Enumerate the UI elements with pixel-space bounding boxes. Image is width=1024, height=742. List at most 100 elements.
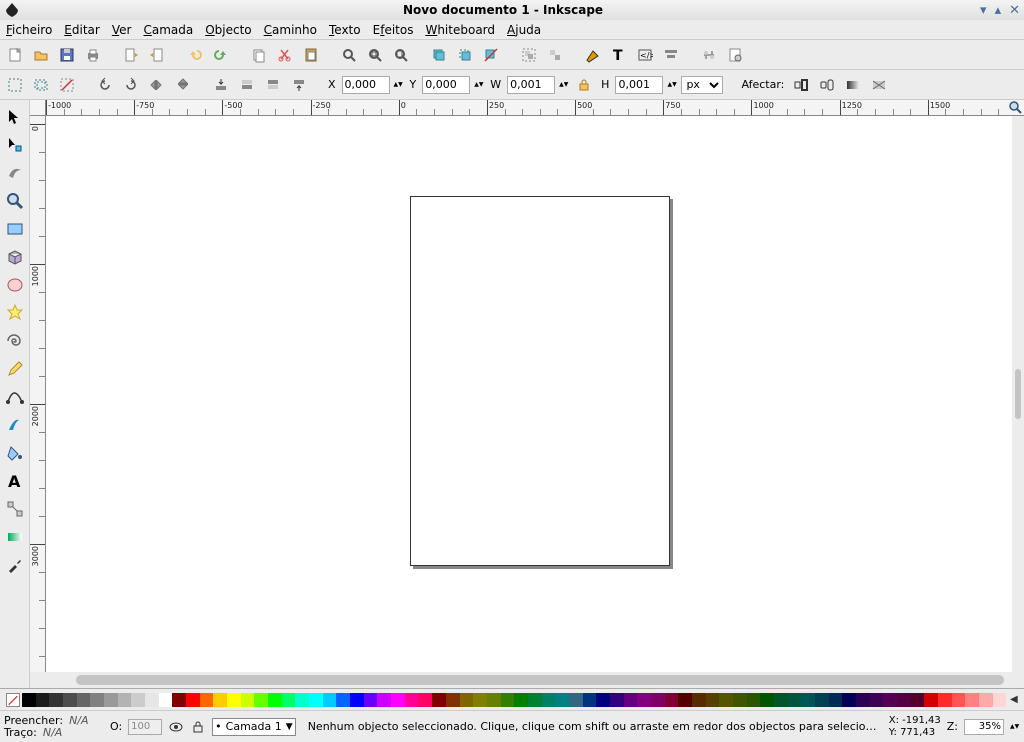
- redo-icon[interactable]: [210, 44, 232, 66]
- color-swatch[interactable]: [938, 693, 952, 707]
- color-swatch[interactable]: [131, 693, 145, 707]
- new-file-icon[interactable]: [4, 44, 26, 66]
- color-swatch[interactable]: [542, 693, 556, 707]
- bucket-tool-icon[interactable]: [2, 440, 28, 466]
- stroke-value[interactable]: N/A: [43, 727, 62, 739]
- minimize-icon[interactable]: ▾: [980, 3, 987, 18]
- h-spinner[interactable]: ▲▼: [667, 82, 677, 88]
- color-swatch[interactable]: [350, 693, 364, 707]
- color-swatch[interactable]: [924, 693, 938, 707]
- affect-pattern-icon[interactable]: [868, 74, 890, 96]
- raise-icon[interactable]: [262, 74, 284, 96]
- color-swatch[interactable]: [405, 693, 419, 707]
- y-spinner[interactable]: ▲▼: [474, 82, 484, 88]
- color-swatch[interactable]: [77, 693, 91, 707]
- color-swatch[interactable]: [487, 693, 501, 707]
- color-swatch[interactable]: [555, 693, 569, 707]
- color-swatch[interactable]: [241, 693, 255, 707]
- node-tool-icon[interactable]: [2, 132, 28, 158]
- color-swatch[interactable]: [979, 693, 993, 707]
- zoom-fit-selection-icon[interactable]: [338, 44, 360, 66]
- open-file-icon[interactable]: [30, 44, 52, 66]
- group-icon[interactable]: [518, 44, 540, 66]
- color-swatch[interactable]: [364, 693, 378, 707]
- color-swatch[interactable]: [911, 693, 925, 707]
- rotate-cw-icon[interactable]: [120, 74, 142, 96]
- color-swatch[interactable]: [172, 693, 186, 707]
- affect-gradient-icon[interactable]: [842, 74, 864, 96]
- zoom-tool-icon[interactable]: [2, 188, 28, 214]
- flip-horizontal-icon[interactable]: [146, 74, 168, 96]
- color-swatch[interactable]: [90, 693, 104, 707]
- color-swatch[interactable]: [159, 693, 173, 707]
- layer-visibility-icon[interactable]: [168, 719, 184, 735]
- color-swatch[interactable]: [774, 693, 788, 707]
- color-swatch[interactable]: [596, 693, 610, 707]
- raise-to-top-icon[interactable]: [288, 74, 310, 96]
- tweak-tool-icon[interactable]: [2, 160, 28, 186]
- color-swatch[interactable]: [268, 693, 282, 707]
- color-swatch[interactable]: [651, 693, 665, 707]
- rectangle-tool-icon[interactable]: [2, 216, 28, 242]
- color-swatch[interactable]: [719, 693, 733, 707]
- horizontal-scrollbar[interactable]: [30, 672, 1024, 688]
- color-swatch[interactable]: [665, 693, 679, 707]
- color-swatch[interactable]: [993, 693, 1006, 707]
- color-swatch[interactable]: [897, 693, 911, 707]
- save-file-icon[interactable]: [56, 44, 78, 66]
- color-swatch[interactable]: [323, 693, 337, 707]
- color-swatch[interactable]: [965, 693, 979, 707]
- color-swatch[interactable]: [815, 693, 829, 707]
- color-swatch[interactable]: [36, 693, 50, 707]
- color-swatch[interactable]: [829, 693, 843, 707]
- color-swatch[interactable]: [473, 693, 487, 707]
- selector-tool-icon[interactable]: [2, 104, 28, 130]
- align-dialog-icon[interactable]: [660, 44, 682, 66]
- zoom-input[interactable]: [964, 719, 1004, 735]
- color-swatch[interactable]: [952, 693, 966, 707]
- menu-ficheiro[interactable]: Ficheiro: [6, 23, 52, 37]
- color-swatch[interactable]: [528, 693, 542, 707]
- select-all-layers-icon[interactable]: [30, 74, 52, 96]
- paste-icon[interactable]: [300, 44, 322, 66]
- vertical-scrollbar[interactable]: [1012, 116, 1024, 672]
- color-swatch[interactable]: [22, 693, 36, 707]
- import-icon[interactable]: [120, 44, 142, 66]
- color-swatch[interactable]: [747, 693, 761, 707]
- no-color-swatch[interactable]: [6, 693, 20, 707]
- ellipse-tool-icon[interactable]: [2, 272, 28, 298]
- color-swatch[interactable]: [856, 693, 870, 707]
- unlink-clone-icon[interactable]: [480, 44, 502, 66]
- gradient-tool-icon[interactable]: [2, 524, 28, 550]
- pencil-tool-icon[interactable]: [2, 356, 28, 382]
- layer-selector[interactable]: • Camada 1 ▼: [212, 718, 296, 736]
- preferences-icon[interactable]: [698, 44, 720, 66]
- color-swatch[interactable]: [460, 693, 474, 707]
- menu-texto[interactable]: Texto: [329, 23, 361, 37]
- close-icon[interactable]: ✕: [1009, 3, 1020, 18]
- flip-vertical-icon[interactable]: [172, 74, 194, 96]
- color-swatch[interactable]: [63, 693, 77, 707]
- fill-stroke-dialog-icon[interactable]: [582, 44, 604, 66]
- color-swatch[interactable]: [733, 693, 747, 707]
- w-spinner[interactable]: ▲▼: [559, 82, 569, 88]
- color-swatch[interactable]: [706, 693, 720, 707]
- menu-efeitos[interactable]: Efeitos: [373, 23, 414, 37]
- menu-whiteboard[interactable]: Whiteboard: [425, 23, 495, 37]
- zoom-fit-page-icon[interactable]: [390, 44, 412, 66]
- ruler-horizontal[interactable]: -1000-750-500-2500250500750100012501500: [30, 100, 1024, 116]
- menu-objecto[interactable]: Objecto: [205, 23, 251, 37]
- color-swatch[interactable]: [883, 693, 897, 707]
- color-swatch[interactable]: [118, 693, 132, 707]
- color-swatch[interactable]: [446, 693, 460, 707]
- color-swatch[interactable]: [49, 693, 63, 707]
- color-swatch[interactable]: [254, 693, 268, 707]
- print-icon[interactable]: [82, 44, 104, 66]
- color-swatch[interactable]: [104, 693, 118, 707]
- menu-editar[interactable]: Editar: [64, 23, 100, 37]
- star-tool-icon[interactable]: [2, 300, 28, 326]
- dropper-tool-icon[interactable]: [2, 552, 28, 578]
- ruler-corner[interactable]: [30, 100, 46, 116]
- bezier-tool-icon[interactable]: [2, 384, 28, 410]
- color-swatch[interactable]: [870, 693, 884, 707]
